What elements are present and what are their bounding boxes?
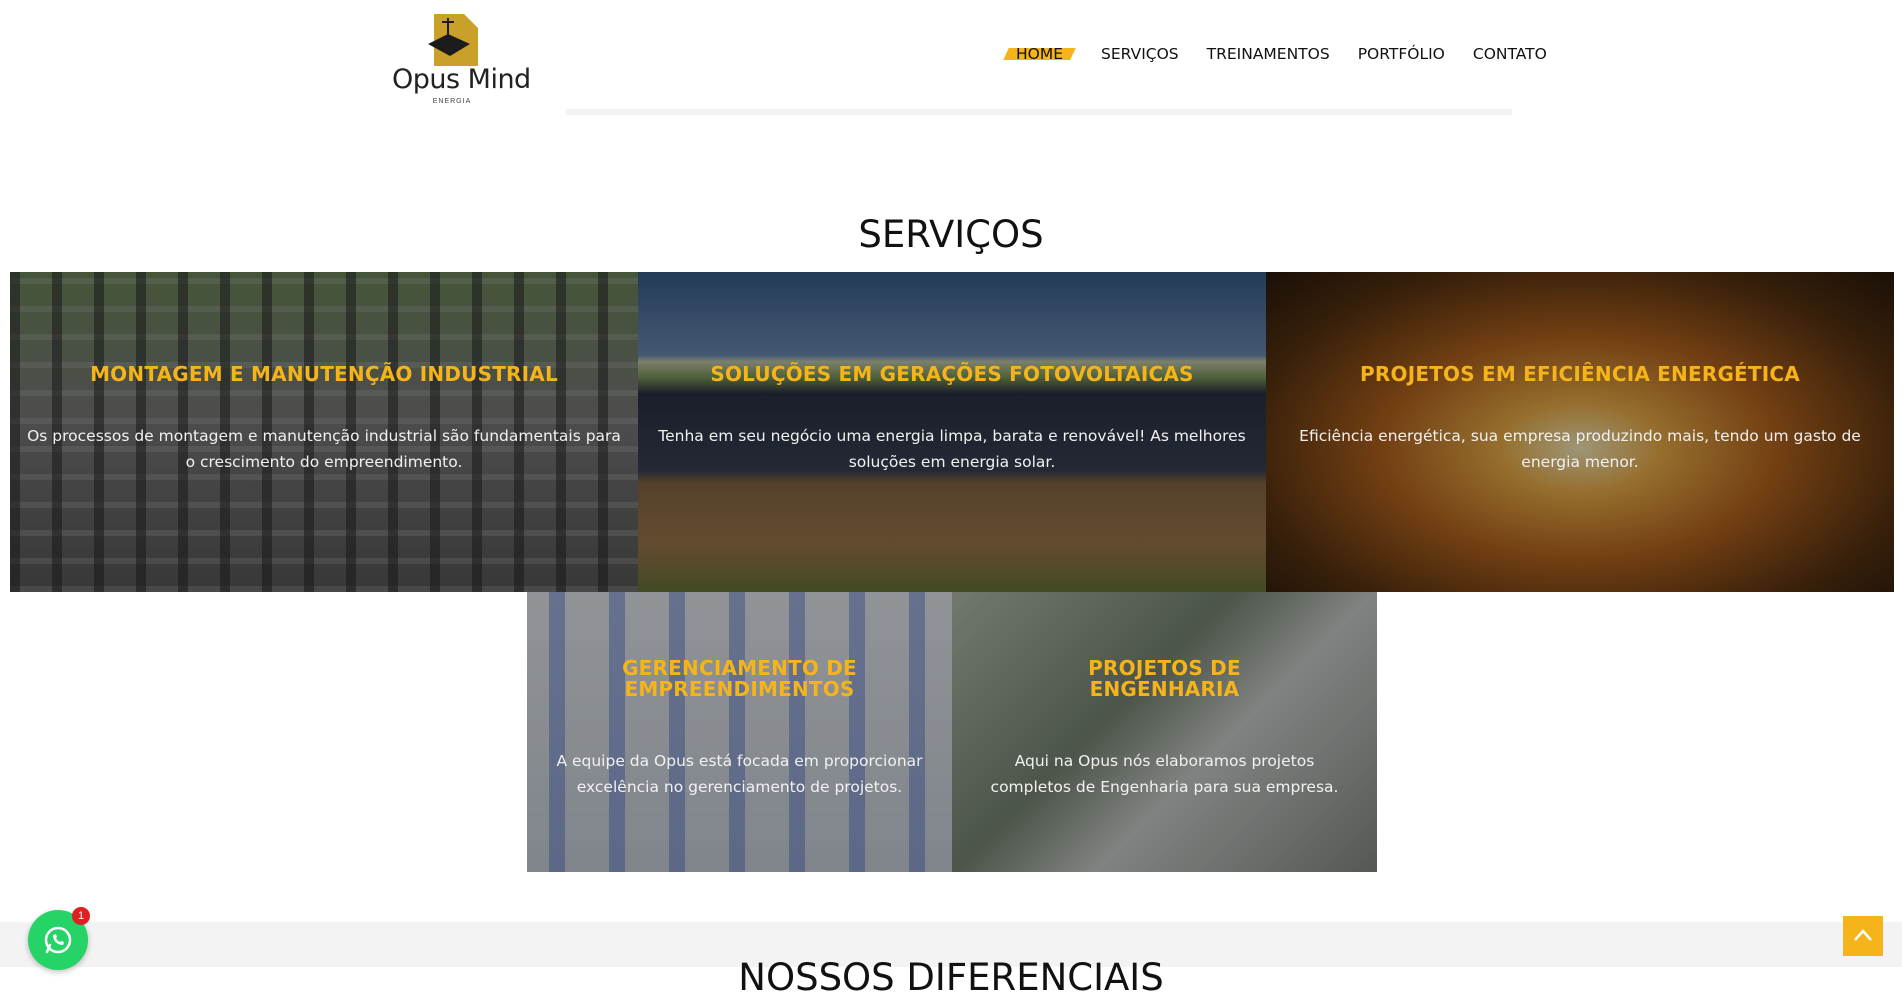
header-divider — [566, 109, 1512, 115]
service-card-title: GERENCIAMENTO DE EMPREENDIMENTOS — [622, 656, 857, 701]
service-card-engenharia[interactable]: PROJETOS DE ENGENHARIA Aqui na Opus nós … — [952, 592, 1377, 872]
service-card-title: PROJETOS EM EFICIÊNCIA ENERGÉTICA — [1360, 362, 1800, 386]
service-card-text: Os processos de montagem e manutenção in… — [27, 427, 621, 471]
service-card-text: Eficiência energética, sua empresa produ… — [1299, 427, 1861, 471]
nav-item-home[interactable]: HOME — [1006, 45, 1073, 63]
service-card-title: MONTAGEM E MANUTENÇÃO INDUSTRIAL — [90, 362, 558, 386]
nav-item-contato[interactable]: CONTATO — [1473, 45, 1547, 63]
service-card-eficiencia[interactable]: PROJETOS EM EFICIÊNCIA ENERGÉTICA Eficiê… — [1266, 272, 1894, 592]
brand-logo[interactable]: Opus Mind ENERGIA — [392, 12, 531, 105]
notification-badge: 1 — [72, 907, 90, 925]
logo-mark-icon — [428, 14, 478, 66]
service-card-fotovoltaicas[interactable]: SOLUÇÕES EM GERAÇÕES FOTOVOLTAICAS Tenha… — [638, 272, 1266, 592]
service-card-text: Aqui na Opus nós elaboramos projetos com… — [990, 752, 1339, 796]
brand-tagline: ENERGIA — [432, 98, 472, 105]
whatsapp-icon — [44, 926, 72, 954]
differentials-title: NOSSOS DIFERENCIAIS — [738, 955, 1164, 999]
service-card-gerenciamento[interactable]: GERENCIAMENTO DE EMPREENDIMENTOS A equip… — [527, 592, 952, 872]
scroll-top-button[interactable] — [1843, 916, 1883, 956]
site-header: Opus Mind ENERGIA HOME SERVIÇOS TREINAME… — [0, 0, 1902, 120]
nav-item-servicos[interactable]: SERVIÇOS — [1101, 45, 1179, 63]
service-card-montagem[interactable]: MONTAGEM E MANUTENÇÃO INDUSTRIAL Os proc… — [10, 272, 638, 592]
service-card-title: PROJETOS DE ENGENHARIA — [1088, 656, 1241, 701]
nav-item-treinamentos[interactable]: TREINAMENTOS — [1207, 45, 1330, 63]
chevron-up-icon — [1854, 929, 1872, 941]
service-card-text: Tenha em seu negócio uma energia limpa, … — [658, 427, 1246, 471]
service-card-title: SOLUÇÕES EM GERAÇÕES FOTOVOLTAICAS — [710, 362, 1194, 386]
service-card-text: A equipe da Opus está focada em proporci… — [556, 752, 923, 796]
brand-name: Opus Mind — [392, 64, 531, 95]
main-nav: HOME SERVIÇOS TREINAMENTOS PORTFÓLIO CON… — [1006, 42, 1547, 66]
nav-item-portfolio[interactable]: PORTFÓLIO — [1358, 45, 1445, 63]
services-title: SERVIÇOS — [858, 212, 1044, 256]
